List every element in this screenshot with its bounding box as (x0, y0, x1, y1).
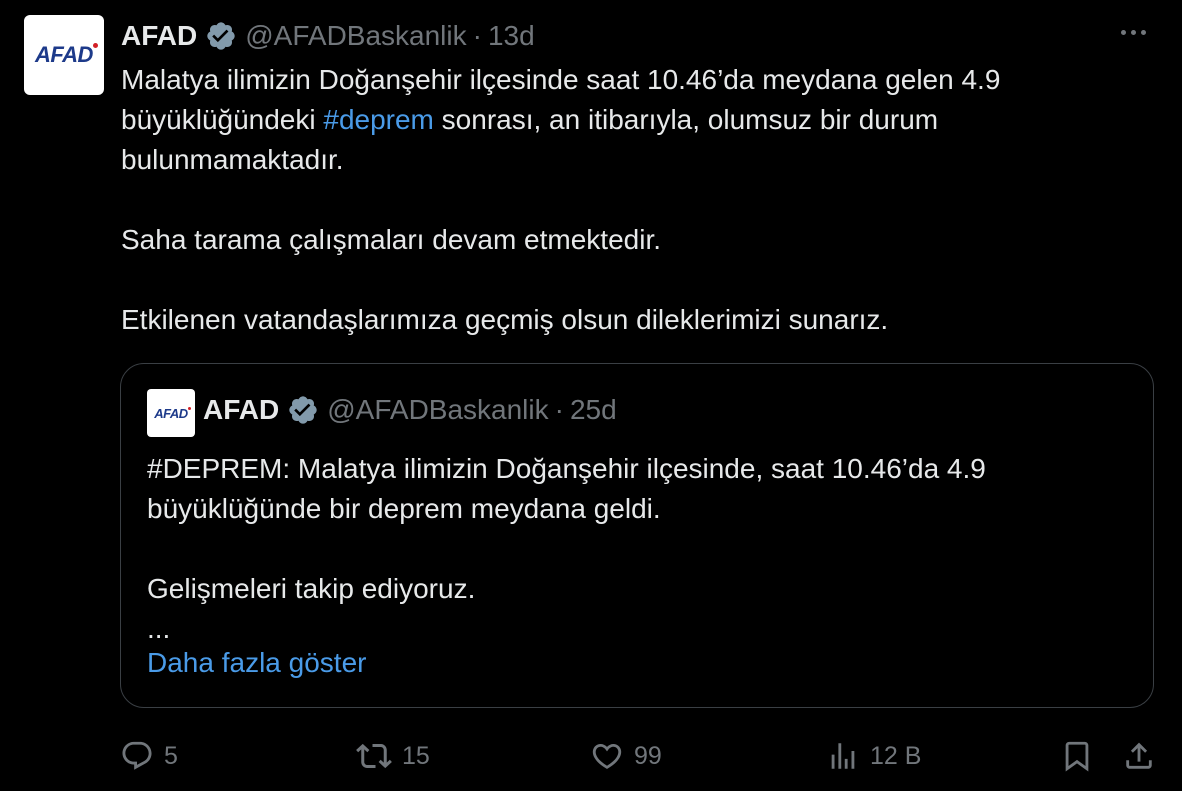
quote-handle: @AFADBaskanlik (327, 394, 549, 425)
quote-afad-logo: AFAD (154, 405, 191, 421)
retweet-icon (356, 738, 392, 774)
like-button[interactable]: 99 (590, 734, 662, 778)
reply-count: 5 (164, 741, 178, 770)
more-icon[interactable] (1117, 22, 1150, 43)
quote-paragraph-2: Gelişmeleri takip ediyoruz. (147, 573, 476, 604)
avatar[interactable]: AFAD (24, 15, 104, 95)
verified-badge-icon[interactable] (205, 20, 237, 52)
timestamp[interactable]: 13d (488, 20, 535, 52)
reply-button[interactable]: 5 (120, 734, 178, 778)
views-button[interactable]: 12 B (826, 734, 921, 778)
tweet[interactable]: AFAD AFAD @AFADBaskanlik · 13d Malatya i… (0, 0, 1182, 791)
quote-ellipsis: ... (147, 613, 171, 644)
views-count: 12 B (870, 741, 922, 770)
action-bar: 5 15 99 12 B (120, 734, 1160, 778)
like-count: 99 (634, 741, 662, 770)
quote-separator-dot: · (554, 394, 564, 425)
retweet-count: 15 (402, 741, 430, 770)
separator-dot: · (472, 20, 482, 51)
handle[interactable]: @AFADBaskanlik (245, 20, 466, 52)
share-icon (1122, 739, 1156, 773)
avatar-logo-text: AFAD (35, 42, 93, 67)
tweet-paragraph-1: Malatya ilimizin Doğanşehir ilçesinde sa… (121, 60, 1141, 180)
display-name[interactable]: AFAD (121, 20, 197, 52)
tweet-paragraph-2: Saha tarama çalışmaları devam etmektedir… (121, 224, 662, 255)
tweet-paragraph-3: Etkilenen vatandaşlarımıza geçmiş olsun … (121, 304, 889, 335)
quote-text: #DEPREM: Malatya ilimizin Doğanşehir ilç… (147, 449, 1127, 649)
hashtag-link[interactable]: #deprem (323, 104, 434, 135)
afad-logo: AFAD (35, 42, 98, 68)
quoted-tweet[interactable]: AFAD AFAD @AFADBaskanlik · 25d #DEPREM: … (120, 363, 1154, 708)
logo-dot (92, 43, 98, 48)
like-icon (590, 739, 624, 773)
bookmark-button[interactable] (1060, 734, 1094, 778)
quote-header: AFAD @AFADBaskanlik · 25d (203, 394, 617, 426)
retweet-button[interactable]: 15 (356, 734, 430, 778)
bookmark-icon (1060, 739, 1094, 773)
tweet-text: Malatya ilimizin Doğanşehir ilçesinde sa… (121, 60, 1141, 340)
quote-logo-dot (187, 406, 191, 410)
quote-timestamp: 25d (569, 394, 617, 425)
quote-display-name: AFAD (203, 394, 280, 425)
quote-avatar-logo-text: AFAD (154, 405, 188, 421)
quote-avatar[interactable]: AFAD (147, 389, 195, 437)
quote-verified-badge-icon (287, 394, 319, 426)
show-more-link[interactable]: Daha fazla göster (147, 647, 366, 679)
share-button[interactable] (1122, 734, 1156, 778)
quote-paragraph-1: #DEPREM: Malatya ilimizin Doğanşehir ilç… (147, 453, 986, 524)
tweet-header: AFAD @AFADBaskanlik · 13d (121, 18, 535, 54)
views-icon (826, 739, 860, 773)
reply-icon (120, 739, 154, 773)
